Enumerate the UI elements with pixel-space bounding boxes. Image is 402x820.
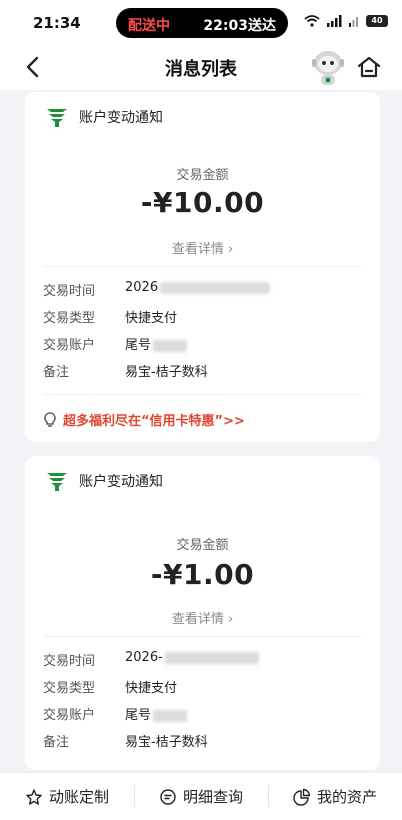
row-label: 交易类型 bbox=[43, 681, 96, 696]
transaction-card[interactable]: 账户变动通知 交易金额 -¥1.00 查看详情 › 交易时间 2026- 交易类… bbox=[25, 456, 380, 770]
row-label: 交易类型 bbox=[43, 311, 96, 326]
row-value: 2026- bbox=[125, 650, 259, 669]
redacted-block bbox=[153, 709, 188, 722]
pie-chart-icon bbox=[293, 788, 311, 806]
card-title: 账户变动通知 bbox=[79, 474, 163, 490]
detail-row: 交易类型 快捷支付 bbox=[43, 677, 177, 696]
cellular-signal-icon bbox=[327, 15, 342, 27]
wifi-icon bbox=[304, 15, 320, 27]
delivery-eta: 22:03送达 bbox=[203, 18, 276, 34]
divider bbox=[43, 394, 362, 395]
divider bbox=[43, 266, 362, 267]
amount-label: 交易金额 bbox=[176, 538, 229, 553]
redacted-block bbox=[153, 339, 188, 352]
battery-icon: 40 bbox=[366, 15, 388, 27]
view-details-link[interactable]: 查看详情 › bbox=[25, 608, 380, 627]
row-value: 2026 bbox=[125, 280, 271, 299]
detail-row: 备注 易宝-桔子数科 bbox=[43, 361, 208, 380]
amount-label: 交易金额 bbox=[176, 168, 229, 183]
tab-detail-query[interactable]: 明细查询 bbox=[134, 773, 268, 820]
card-header: 账户变动通知 bbox=[45, 470, 163, 492]
card-header: 账户变动通知 bbox=[45, 106, 163, 128]
row-label: 交易时间 bbox=[43, 284, 96, 299]
row-value: 快捷支付 bbox=[125, 681, 178, 696]
star-settings-icon bbox=[26, 788, 42, 805]
detail-row: 备注 易宝-桔子数科 bbox=[43, 731, 208, 750]
promo-link[interactable]: 超多福利尽在“信用卡特惠”>> bbox=[43, 410, 245, 429]
system-icons: 40 bbox=[304, 15, 388, 27]
divider bbox=[43, 636, 362, 637]
row-label: 备注 bbox=[43, 365, 70, 380]
live-activity-pill[interactable]: 配送中 22:03送达 bbox=[116, 8, 288, 38]
row-label: 交易时间 bbox=[43, 654, 96, 669]
china-post-logo-icon bbox=[47, 109, 67, 127]
amount-value: -¥1.00 bbox=[150, 558, 255, 591]
row-label: 交易账户 bbox=[43, 338, 96, 353]
transaction-card[interactable]: 账户变动通知 交易金额 -¥10.00 查看详情 › 交易时间 2026 交易类… bbox=[25, 92, 380, 442]
detail-row: 交易账户 尾号 bbox=[43, 334, 188, 353]
row-value: 易宝-桔子数科 bbox=[125, 365, 208, 380]
tab-label: 我的资产 bbox=[316, 788, 377, 806]
delivery-status: 配送中 bbox=[128, 18, 170, 34]
home-icon[interactable] bbox=[356, 54, 382, 80]
china-post-logo-icon bbox=[47, 473, 67, 491]
view-details-link[interactable]: 查看详情 › bbox=[25, 238, 380, 257]
tab-my-assets[interactable]: 我的资产 bbox=[268, 773, 402, 820]
cellular-signal-2-icon bbox=[349, 17, 358, 27]
search-list-icon bbox=[160, 788, 176, 805]
robot-assistant-icon[interactable] bbox=[308, 47, 348, 87]
lightbulb-icon bbox=[44, 411, 56, 427]
row-value: 尾号 bbox=[125, 704, 188, 723]
navigation-bar: 消息列表 bbox=[0, 44, 402, 90]
card-title: 账户变动通知 bbox=[79, 110, 163, 126]
detail-row: 交易时间 2026- bbox=[43, 650, 259, 669]
detail-row: 交易账户 尾号 bbox=[43, 704, 188, 723]
redacted-block bbox=[164, 651, 259, 664]
row-label: 备注 bbox=[43, 735, 70, 750]
clock: 21:34 bbox=[33, 14, 81, 32]
tab-label: 明细查询 bbox=[182, 788, 243, 806]
promo-text: 超多福利尽在“信用卡特惠”>> bbox=[63, 414, 245, 429]
tab-label: 动账定制 bbox=[48, 788, 109, 806]
amount-value: -¥10.00 bbox=[140, 186, 265, 219]
detail-row: 交易类型 快捷支付 bbox=[43, 307, 177, 326]
status-bar: 21:34 配送中 22:03送达 40 bbox=[0, 0, 402, 44]
tab-account-alert-settings[interactable]: 动账定制 bbox=[0, 773, 134, 820]
row-value: 尾号 bbox=[125, 334, 188, 353]
row-value: 快捷支付 bbox=[125, 311, 178, 326]
redacted-block bbox=[160, 281, 271, 294]
row-label: 交易账户 bbox=[43, 708, 96, 723]
detail-row: 交易时间 2026 bbox=[43, 280, 271, 299]
bottom-tab-bar: 动账定制 明细查询 我的资产 bbox=[0, 772, 402, 820]
row-value: 易宝-桔子数科 bbox=[125, 735, 208, 750]
